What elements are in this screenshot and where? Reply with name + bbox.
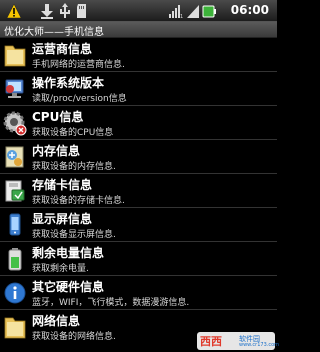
item-subtitle: 获取设备的网络信息.: [32, 332, 116, 342]
item-subtitle: 获取剩余电量.: [32, 264, 89, 274]
item-title: 显示屏信息: [32, 212, 93, 226]
status-bar: 1 06:00: [0, 0, 277, 22]
item-subtitle: 获取设备的存储卡信息.: [32, 196, 125, 206]
sdcard-icon: [5, 180, 25, 202]
list-item-battery[interactable]: 剩余电量信息 获取剩余电量.: [0, 242, 277, 276]
item-title: CPU信息: [32, 110, 84, 124]
mobile-signal-icon: [187, 5, 199, 18]
item-subtitle: 获取设备的CPU信息: [32, 128, 114, 138]
list-item-carrier[interactable]: 运营商信息 手机网络的运营商信息.: [0, 38, 277, 72]
list-item-memory[interactable]: 内存信息 获取设备的内存信息.: [0, 140, 277, 174]
item-title: 其它硬件信息: [32, 280, 105, 294]
item-subtitle: 获取设备的内存信息.: [32, 162, 116, 172]
item-title: 运营商信息: [32, 42, 93, 56]
svg-text:1: 1: [180, 14, 183, 19]
system-version-icon: [5, 79, 24, 98]
memory-icon: [5, 146, 24, 168]
watermark-brand: 西西: [200, 335, 222, 348]
warning-icon: [6, 3, 22, 19]
item-title: 内存信息: [32, 144, 81, 158]
list-item-cpu[interactable]: CPU信息 获取设备的CPU信息: [0, 106, 277, 140]
cpu-gear-icon: [3, 111, 27, 136]
item-subtitle: 蓝牙，WIFI，飞行模式，数据漫游信息.: [32, 298, 190, 308]
item-title: 网络信息: [32, 314, 81, 328]
battery-icon: [8, 248, 22, 271]
folder-icon: [4, 45, 26, 67]
list-item-os-version[interactable]: 操作系统版本 读取/proc/version信息: [0, 72, 277, 106]
clock: 06:00: [230, 3, 269, 17]
item-title: 操作系统版本: [32, 76, 105, 90]
watermark-url: www.cr173.com: [239, 342, 280, 348]
list-item-display[interactable]: 显示屏信息 获取设备显示屏信息.: [0, 208, 277, 242]
usb-icon: [60, 3, 70, 18]
sdcard-status-icon: [77, 4, 86, 18]
info-list: 运营商信息 手机网络的运营商信息. 操作系统版本 读取/proc/version…: [0, 38, 277, 352]
item-title: 存储卡信息: [32, 178, 93, 192]
download-icon: [41, 4, 53, 19]
page-title: 优化大师——手机信息: [4, 27, 104, 38]
item-title: 剩余电量信息: [32, 246, 105, 260]
display-icon: [9, 213, 21, 236]
battery-status-icon: [202, 5, 216, 18]
list-item-sdcard[interactable]: 存储卡信息 获取设备的存储卡信息.: [0, 174, 277, 208]
watermark-logo: 西西 软件园 www.cr173.com: [197, 332, 279, 350]
item-subtitle: 手机网络的运营商信息.: [32, 60, 125, 70]
list-item-other-hardware[interactable]: 其它硬件信息 蓝牙，WIFI，飞行模式，数据漫游信息.: [0, 276, 277, 310]
item-subtitle: 获取设备显示屏信息.: [32, 230, 116, 240]
title-bar: 优化大师——手机信息: [0, 22, 277, 38]
item-subtitle: 读取/proc/version信息: [32, 94, 127, 104]
signal-icon: 1: [169, 5, 183, 19]
info-icon: [4, 282, 26, 304]
network-icon: [4, 317, 26, 339]
